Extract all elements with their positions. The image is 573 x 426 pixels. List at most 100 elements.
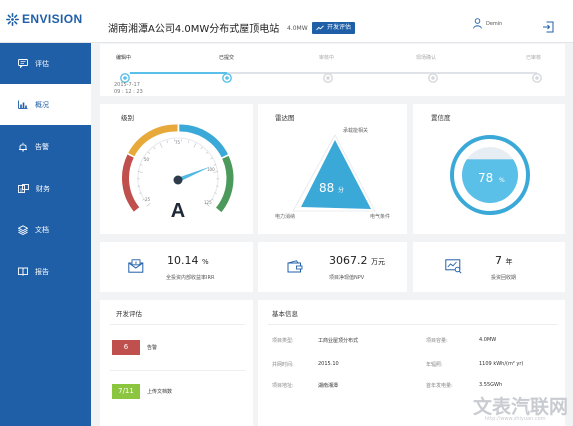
info-value: 湖南湘潭 — [318, 383, 339, 389]
step-pending-icon — [428, 73, 438, 83]
gauge-tick — [210, 157, 213, 160]
user-icon — [473, 18, 482, 29]
confidence-value: 78 — [478, 171, 493, 185]
gauge-tick-label: 75 — [175, 140, 181, 145]
gauge-arc-blue — [179, 124, 228, 158]
sidebar-item-documents[interactable]: 文档 — [0, 209, 91, 250]
radar-axis-label: 承载能相关 — [343, 127, 368, 134]
kpi-label: 投资回收期 — [491, 275, 517, 281]
gauge-tick — [159, 143, 163, 148]
logout-button[interactable] — [542, 18, 554, 37]
envision-logo[interactable]: ENVISION — [6, 12, 83, 26]
sidebar-item-overview[interactable]: 概况 — [0, 84, 91, 125]
confidence-card: 置信度 78 % — [413, 104, 565, 234]
gauge-arc-green — [215, 155, 234, 213]
step-dot-pending[interactable] — [323, 68, 333, 83]
kpi-payback-value: 7 年 — [495, 254, 513, 267]
divider — [110, 370, 245, 371]
logo-icon — [6, 12, 19, 26]
info-key: 项目地址: — [272, 383, 294, 389]
doc-upload-item[interactable]: 7/11 上传文档数 — [112, 384, 172, 399]
radar-axis-label: 电气条件 — [370, 213, 390, 220]
gauge-tick — [147, 151, 151, 154]
info-key: 首年发电量: — [426, 383, 453, 389]
finance-icon — [18, 183, 29, 193]
dev-eval-title: 开发评估 — [116, 310, 142, 318]
progress-line-pending — [227, 72, 537, 74]
alarm-count-item[interactable]: 6 告警 — [112, 340, 157, 355]
monitor-chart-icon — [445, 259, 462, 274]
kpi-payback-card: 7 年 投资回收期 — [413, 242, 565, 292]
badge-label: 开发评估 — [327, 24, 352, 31]
sidebar-item-label: 财务 — [36, 184, 50, 193]
bar-chart-icon — [18, 100, 28, 109]
user-menu[interactable]: Demin — [473, 18, 502, 29]
step-label: 审核中 — [319, 55, 335, 61]
step-dot-current[interactable] — [222, 68, 232, 83]
bell-icon — [19, 142, 27, 152]
info-key: 项目类型: — [272, 338, 294, 344]
sidebar-item-finance[interactable]: 财务 — [0, 168, 91, 209]
progress-steps: 编辑中 已提交 审核中 现场确认 已审核 2015-7-17 09 : 12 :… — [100, 44, 565, 96]
sidebar-item-label: 概况 — [35, 100, 49, 109]
step-label: 编辑中 — [116, 55, 132, 61]
sidebar-item-label: 文档 — [35, 225, 49, 234]
doc-count-badge: 7/11 — [112, 384, 140, 399]
sidebar-item-evaluation[interactable]: 评估 — [0, 43, 91, 84]
alarm-count-badge: 6 — [112, 340, 140, 355]
watermark-url: http://www.zhiyuan.com — [485, 416, 546, 422]
info-key: 并网时间: — [272, 362, 294, 368]
radar-score-unit: 分 — [338, 186, 344, 194]
layers-icon — [18, 224, 28, 235]
info-value: 4.0MW — [479, 337, 497, 343]
book-icon — [18, 267, 28, 276]
kpi-unit: 年 — [505, 258, 513, 266]
rating-card: 级别 25 50 75 100 125 A — [100, 104, 253, 234]
wallet-icon — [287, 260, 303, 273]
gauge-tick-label: 125 — [204, 200, 212, 205]
dev-eval-badge[interactable]: 开发评估 — [312, 22, 356, 34]
gauge-hub — [173, 175, 183, 185]
radar-area — [301, 140, 371, 209]
doc-label: 上传文档数 — [147, 389, 173, 395]
step-label: 已提交 — [219, 55, 235, 61]
gauge-tick — [200, 146, 203, 150]
kpi-label: 项目净现值NPV — [329, 275, 365, 281]
sidebar-item-label: 告警 — [35, 142, 49, 151]
logout-icon — [543, 21, 554, 33]
kpi-value: 3067.2 — [329, 254, 368, 267]
sidebar-item-reports[interactable]: 报告 — [0, 251, 91, 292]
kpi-unit: 万元 — [371, 258, 385, 266]
page-title: 湖南湘潭A公司4.0MW分布式屋顶电站 — [108, 24, 280, 35]
sidebar: 评估 概况 告警 财务 文档 报告 — [0, 43, 91, 426]
step-date: 2015-7-17 — [114, 82, 140, 88]
trend-icon — [316, 25, 324, 31]
gauge-tick-label: 50 — [144, 157, 150, 162]
watermark-text: 文表汽联网 — [473, 396, 569, 418]
radar-axis-label: 电力消纳 — [275, 213, 295, 220]
radar-chart: 承载能相关 电力消纳 电气条件 88 分 — [275, 127, 390, 220]
kpi-label: 全投资内部收益率IRR — [166, 275, 215, 281]
kpi-value: 10.14 — [167, 254, 199, 267]
step-pending-icon — [323, 73, 333, 83]
step-dot-pending[interactable] — [532, 68, 542, 83]
info-value: 3.55GWh — [479, 382, 503, 388]
money-envelope-icon: ¥ — [128, 259, 144, 273]
divider — [110, 324, 245, 325]
gauge-tick — [166, 140, 168, 143]
sidebar-item-alarm[interactable]: 告警 — [0, 126, 91, 167]
step-dot-done[interactable] — [120, 68, 130, 83]
app-header: ENVISION 湖南湘潭A公司4.0MW分布式屋顶电站 4.0MW 开发评估 … — [0, 0, 573, 43]
gauge-arc-yellow — [128, 124, 178, 157]
step-label: 已审核 — [526, 55, 542, 61]
progress-line-done — [125, 72, 227, 74]
divider — [268, 324, 558, 325]
step-time: 09 : 12 : 23 — [114, 89, 143, 95]
step-dot-pending[interactable] — [428, 68, 438, 83]
gauge-tick-label: 25 — [145, 197, 151, 202]
radar-card: 雷达图 承载能相关 电力消纳 电气条件 88 分 — [258, 104, 407, 234]
confidence-unit: % — [499, 177, 505, 184]
gauge-tick — [193, 143, 197, 148]
user-name: Demin — [486, 20, 503, 27]
kpi-unit: % — [202, 258, 209, 266]
